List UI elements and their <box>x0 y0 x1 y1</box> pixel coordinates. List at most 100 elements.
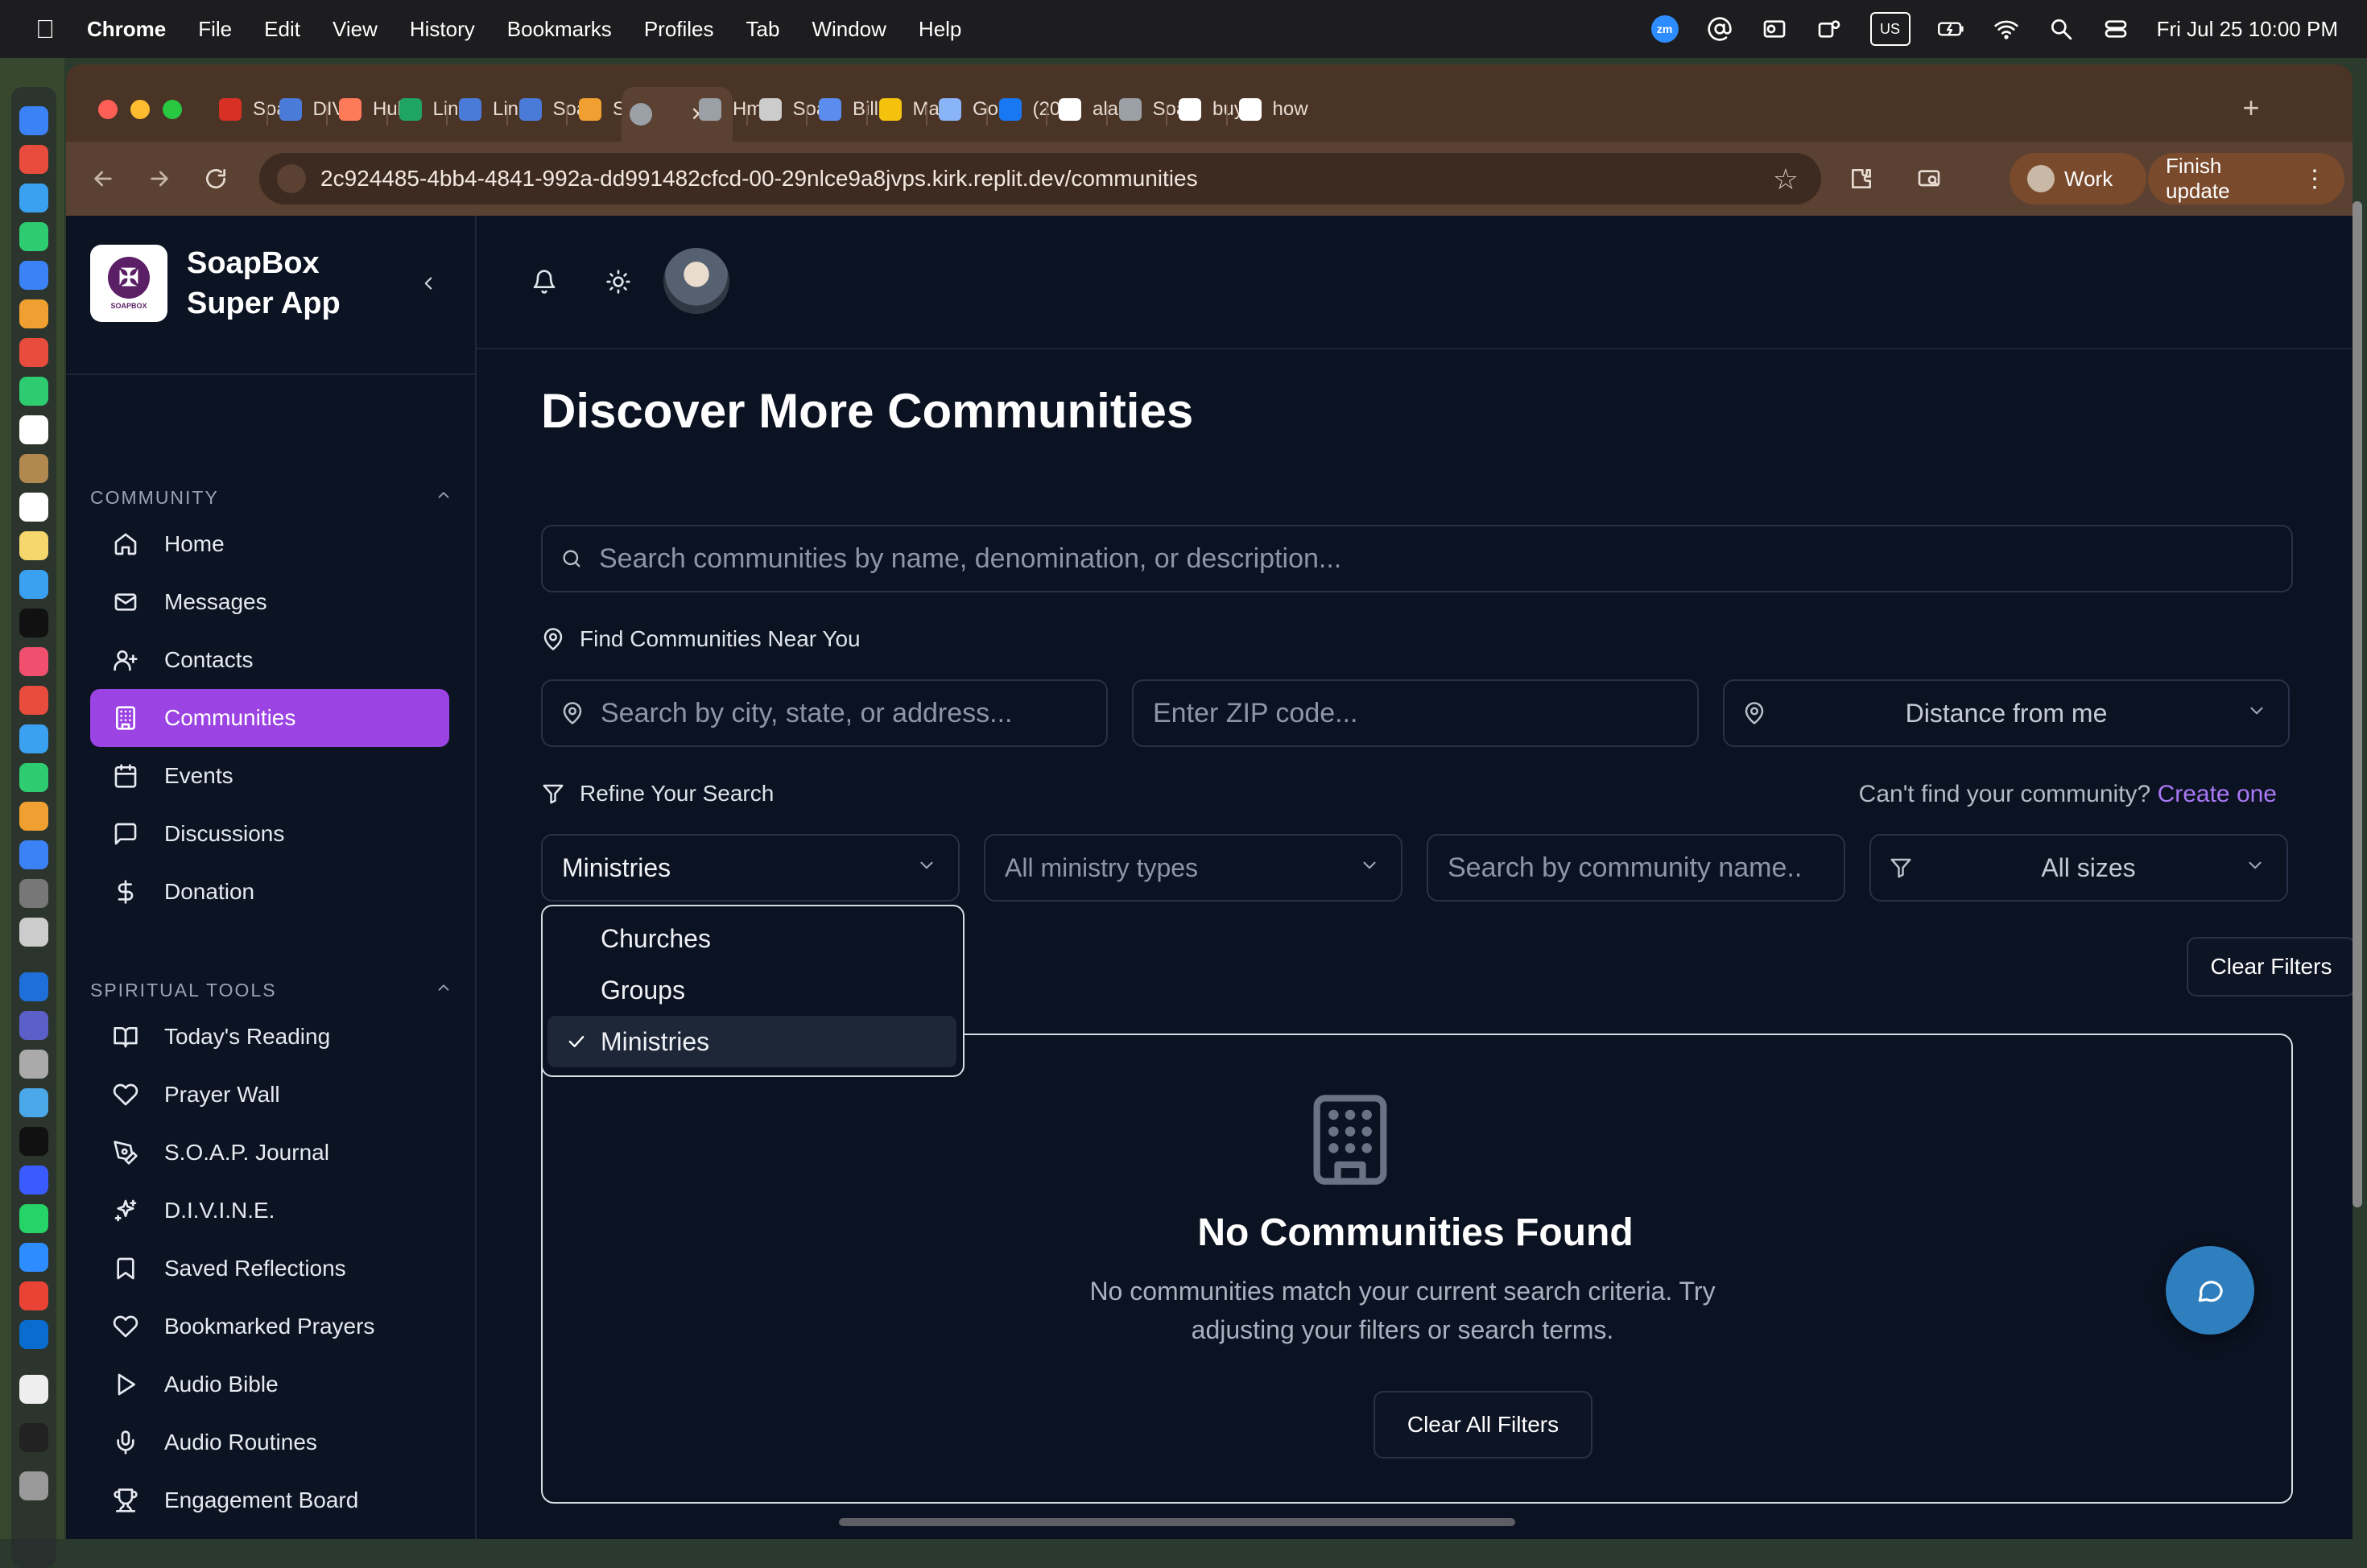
sidebar-item-messages[interactable]: Messages <box>90 573 449 631</box>
settings-app-icon[interactable] <box>19 879 48 908</box>
calendar-app-icon[interactable] <box>19 415 48 444</box>
safari-app-icon[interactable] <box>19 184 48 213</box>
create-community-link[interactable]: Create one <box>2158 781 2277 807</box>
bookmark-star-icon[interactable]: ☆ <box>1773 163 1799 196</box>
launchpad-app-icon[interactable] <box>19 145 48 174</box>
freeform-app-icon[interactable] <box>19 570 48 599</box>
preview-app-icon[interactable] <box>19 918 48 947</box>
finder-app-icon[interactable] <box>19 106 48 135</box>
menu-tab[interactable]: Tab <box>746 17 780 42</box>
reminders-app-icon[interactable] <box>19 493 48 522</box>
dropdown-option-groups[interactable]: Groups <box>547 964 956 1016</box>
app-logo[interactable]: ✠ SOAPBOX <box>90 245 167 322</box>
spotlight-search-icon[interactable] <box>2047 15 2075 43</box>
new-tab-button[interactable]: + <box>2232 89 2270 127</box>
size-select[interactable]: All sizes <box>1869 834 2288 902</box>
mail-app-icon[interactable] <box>19 261 48 290</box>
sidebar-item-discussions[interactable]: Discussions <box>90 805 449 863</box>
close-window-button[interactable] <box>98 100 118 119</box>
keynote-app-icon[interactable] <box>19 724 48 753</box>
community-name-input[interactable]: Search by community name.. <box>1427 834 1845 902</box>
outlook-status-icon[interactable] <box>1761 15 1788 43</box>
app-store-app-icon[interactable] <box>19 840 48 869</box>
browser-tab[interactable]: how <box>1231 87 1329 132</box>
sidebar-item-contacts[interactable]: Contacts <box>90 631 449 689</box>
back-arrow-icon[interactable] <box>84 159 122 198</box>
city-search-input[interactable]: Search by city, state, or address... <box>541 679 1108 747</box>
zoom-status-icon[interactable]: zm <box>1650 15 1679 43</box>
minimize-window-button[interactable] <box>130 100 150 119</box>
screen-sharing-app-icon[interactable] <box>19 1050 48 1079</box>
control-center-icon[interactable] <box>2102 15 2129 43</box>
sidebar-item-audio-bible[interactable]: Audio Bible <box>90 1355 449 1413</box>
cast-icon[interactable] <box>1910 159 1948 198</box>
sidebar-item-saved-reflections[interactable]: Saved Reflections <box>90 1240 449 1298</box>
sidebar-item-donation[interactable]: Donation <box>90 863 449 921</box>
sidebar-item-today-s-reading[interactable]: Today's Reading <box>90 1008 449 1066</box>
sidebar-item-s-o-a-p-journal[interactable]: S.O.A.P. Journal <box>90 1124 449 1182</box>
at-sign-icon[interactable] <box>1706 15 1733 43</box>
tv-app-icon[interactable] <box>19 609 48 638</box>
sidebar-item-bookmarked-prayers[interactable]: Bookmarked Prayers <box>90 1298 449 1355</box>
outlook-app-icon[interactable] <box>19 972 48 1001</box>
signal-app-icon[interactable] <box>19 1166 48 1195</box>
photos-app-icon[interactable] <box>19 338 48 367</box>
sidebar-item-audio-routines[interactable]: Audio Routines <box>90 1413 449 1471</box>
sidebar-item-prayer-wall[interactable]: Prayer Wall <box>90 1066 449 1124</box>
menu-bookmarks[interactable]: Bookmarks <box>507 17 612 42</box>
sidebar-section-header[interactable]: SPIRITUAL TOOLS <box>90 974 452 1006</box>
distance-select[interactable]: Distance from me <box>1723 679 2290 747</box>
sidebar-item-events[interactable]: Events <box>90 747 449 805</box>
address-bar[interactable]: 2c924485-4bb4-4841-992a-dd991482cfcd-00-… <box>259 153 1821 204</box>
user-avatar[interactable] <box>663 248 729 314</box>
forward-arrow-icon[interactable] <box>140 159 179 198</box>
trash-app-icon[interactable] <box>19 1471 48 1500</box>
terminal-app-icon[interactable] <box>19 1127 48 1156</box>
dropdown-option-churches[interactable]: Churches <box>547 913 956 964</box>
menu-file[interactable]: File <box>198 17 232 42</box>
apple-menu-icon[interactable]:  <box>32 14 58 43</box>
zoom-app-icon[interactable] <box>19 1243 48 1272</box>
sidebar-item-home[interactable]: Home <box>90 515 449 573</box>
teams-status-icon[interactable] <box>1816 15 1843 43</box>
contacts-app-icon[interactable] <box>19 454 48 483</box>
files-app-icon[interactable] <box>19 1088 48 1117</box>
theme-sun-icon[interactable] <box>599 262 638 301</box>
facetime-app-icon[interactable] <box>19 377 48 406</box>
menu-edit[interactable]: Edit <box>264 17 300 42</box>
community-search-input[interactable]: Search communities by name, denomination… <box>541 525 2293 592</box>
wifi-icon[interactable] <box>1993 15 2020 43</box>
battery-icon[interactable] <box>1937 15 1965 43</box>
clear-filters-button[interactable]: Clear Filters <box>2187 937 2353 997</box>
teams-app-icon[interactable] <box>19 1011 48 1040</box>
clear-all-filters-button[interactable]: Clear All Filters <box>1374 1391 1592 1459</box>
reload-icon[interactable] <box>196 159 235 198</box>
document-app-icon[interactable] <box>19 1375 48 1404</box>
dropdown-option-ministries[interactable]: Ministries <box>547 1016 956 1067</box>
menu-help[interactable]: Help <box>919 17 961 42</box>
sidebar-section-header[interactable]: COMMUNITY <box>90 481 452 514</box>
sidebar-item-d-i-v-i-n-e[interactable]: D.I.V.I.N.E. <box>90 1182 449 1240</box>
horizontal-scrollbar[interactable] <box>839 1518 1515 1526</box>
extensions-icon[interactable] <box>1842 159 1881 198</box>
maximize-window-button[interactable] <box>163 100 182 119</box>
site-info-icon[interactable] <box>277 164 306 193</box>
password-app-icon[interactable] <box>19 1320 48 1349</box>
pages-app-icon[interactable] <box>19 802 48 831</box>
ministry-type-select[interactable]: All ministry types <box>984 834 1402 902</box>
menu-profiles[interactable]: Profiles <box>644 17 714 42</box>
menubar-clock[interactable]: Fri Jul 25 10:00 PM <box>2157 17 2338 42</box>
menu-window[interactable]: Window <box>812 17 886 42</box>
sidebar-item-communities[interactable]: Communities <box>90 689 449 747</box>
sidebar-item-engagement-board[interactable]: Engagement Board <box>90 1471 449 1529</box>
community-type-select[interactable]: Ministries <box>541 834 960 902</box>
menu-app-name[interactable]: Chrome <box>87 17 166 42</box>
music-app-icon[interactable] <box>19 647 48 676</box>
whatsapp-app-icon[interactable] <box>19 1204 48 1233</box>
maps-app-icon[interactable] <box>19 299 48 328</box>
bell-icon[interactable] <box>525 262 564 301</box>
numbers-app-icon[interactable] <box>19 763 48 792</box>
notes-app-icon[interactable] <box>19 531 48 560</box>
chat-bubble-button[interactable] <box>2166 1246 2254 1335</box>
chrome-app-icon[interactable] <box>19 1281 48 1310</box>
